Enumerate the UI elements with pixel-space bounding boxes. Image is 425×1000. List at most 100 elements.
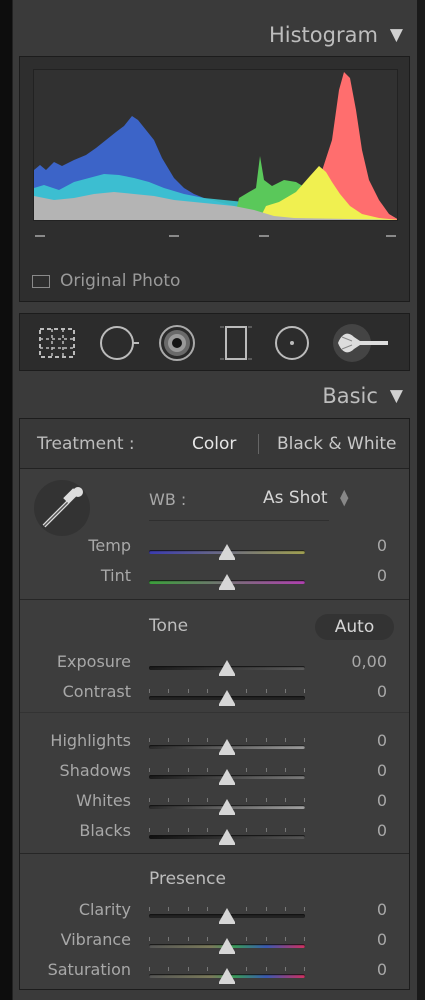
clarity-slider[interactable]: [149, 907, 305, 924]
original-photo-toggle[interactable]: Original Photo: [32, 271, 180, 291]
slider-tick-mark: [168, 907, 169, 911]
tint-slider-thumb[interactable]: [219, 574, 235, 590]
saturation-slider-thumb[interactable]: [219, 968, 235, 984]
highlights-slider-thumb[interactable]: [219, 739, 235, 755]
slider-tick-mark: [188, 738, 189, 742]
shadows-slider[interactable]: [149, 768, 305, 785]
slider-tick-mark: [188, 907, 189, 911]
exposure-slider-thumb[interactable]: [219, 660, 235, 676]
original-photo-checkbox[interactable]: [32, 274, 50, 288]
basic-header[interactable]: Basic ▼: [12, 378, 417, 414]
exposure-label: Exposure: [56, 652, 131, 671]
eyedropper-icon: [42, 487, 83, 528]
radial-filter-tool[interactable]: [272, 323, 312, 363]
spot-removal-icon: [100, 326, 139, 360]
red-eye-icon: [159, 325, 195, 361]
wb-dropdown[interactable]: As Shot: [263, 488, 328, 508]
vibrance-slider-thumb[interactable]: [219, 938, 235, 954]
treatment-color-option[interactable]: Color: [192, 434, 236, 454]
highlights-value[interactable]: 0: [377, 731, 387, 750]
treatment-label: Treatment :: [37, 433, 135, 454]
exposure-value[interactable]: 0,00: [351, 652, 387, 671]
treatment-bw-option[interactable]: Black & White: [277, 434, 397, 454]
temp-label: Temp: [88, 536, 131, 555]
slider-tick-mark: [188, 967, 189, 971]
graduated-filter-icon: [220, 326, 252, 360]
clarity-slider-thumb[interactable]: [219, 908, 235, 924]
slider-tick-mark: [304, 828, 305, 832]
wb-selector-button[interactable]: [34, 480, 90, 536]
highlights-slider[interactable]: [149, 738, 305, 755]
slider-tick-mark: [285, 967, 286, 971]
temp-slider-thumb[interactable]: [219, 544, 235, 560]
slider-tick-mark: [304, 907, 305, 911]
histogram-panel: Original Photo: [19, 56, 410, 302]
blacks-slider-thumb[interactable]: [219, 829, 235, 845]
saturation-label: Saturation: [47, 960, 131, 979]
blacks-value[interactable]: 0: [377, 821, 387, 840]
slider-tick-mark: [304, 738, 305, 742]
slider-tick-mark: [149, 937, 150, 941]
temp-value[interactable]: 0: [377, 536, 387, 555]
saturation-value[interactable]: 0: [377, 960, 387, 979]
auto-tone-button[interactable]: Auto: [315, 614, 394, 640]
slider-tick-mark: [246, 798, 247, 802]
panel-scrollbar-track[interactable]: [417, 0, 425, 1000]
slider-tick-mark: [207, 907, 208, 911]
exposure-row: Exposure 0,00: [20, 648, 409, 678]
slider-tick-mark: [246, 689, 247, 693]
slider-tick-mark: [266, 828, 267, 832]
vibrance-slider[interactable]: [149, 937, 305, 954]
contrast-value[interactable]: 0: [377, 682, 387, 701]
whites-slider[interactable]: [149, 798, 305, 815]
exposure-slider[interactable]: [149, 659, 305, 676]
vibrance-value[interactable]: 0: [377, 930, 387, 949]
slider-tick-mark: [168, 738, 169, 742]
shadows-slider-thumb[interactable]: [219, 769, 235, 785]
shadows-row: Shadows 0: [20, 757, 409, 787]
collapse-triangle-icon[interactable]: ▼: [390, 25, 403, 45]
slider-tick-mark: [266, 689, 267, 693]
tint-row: Tint 0: [20, 562, 409, 592]
histogram-graph[interactable]: [33, 69, 398, 221]
adjustment-brush-tool[interactable]: [332, 323, 392, 363]
tint-slider[interactable]: [149, 573, 305, 590]
red-eye-tool[interactable]: [157, 323, 197, 363]
slider-tick-mark: [266, 768, 267, 772]
slider-tick-mark: [285, 937, 286, 941]
wb-underline: [149, 520, 329, 521]
tone-group: Tone Auto Exposure 0,00 Contrast 0 Highl…: [20, 601, 409, 854]
contrast-slider-thumb[interactable]: [219, 690, 235, 706]
spot-removal-tool[interactable]: [99, 323, 139, 363]
slider-tick-mark: [149, 689, 150, 693]
slider-tick-mark: [285, 738, 286, 742]
presence-group: Presence Clarity 0 Vibrance 0 Saturation…: [20, 855, 409, 990]
whites-label: Whites: [76, 791, 131, 810]
graduated-filter-tool[interactable]: [216, 323, 256, 363]
temp-slider[interactable]: [149, 543, 305, 560]
shadows-value[interactable]: 0: [377, 761, 387, 780]
histogram-header[interactable]: Histogram ▼: [12, 17, 417, 53]
slider-tick-mark: [207, 828, 208, 832]
presence-title: Presence: [149, 869, 226, 889]
histogram-title: Histogram: [268, 23, 378, 47]
blacks-slider[interactable]: [149, 828, 305, 845]
slider-tick-mark: [149, 768, 150, 772]
saturation-slider[interactable]: [149, 967, 305, 984]
collapse-triangle-icon[interactable]: ▼: [390, 386, 403, 406]
crop-overlay-tool[interactable]: [37, 323, 77, 363]
whites-value[interactable]: 0: [377, 791, 387, 810]
left-dark-strip: [0, 0, 12, 1000]
slider-tick-mark: [266, 937, 267, 941]
wb-dropdown-arrows-icon[interactable]: ▲ ▼: [340, 488, 348, 507]
contrast-label: Contrast: [62, 682, 131, 701]
original-photo-label: Original Photo: [60, 271, 181, 291]
vibrance-row: Vibrance 0: [20, 926, 409, 956]
contrast-row: Contrast 0: [20, 678, 409, 708]
contrast-slider[interactable]: [149, 689, 305, 706]
clarity-value[interactable]: 0: [377, 900, 387, 919]
slider-tick-mark: [188, 937, 189, 941]
whites-slider-thumb[interactable]: [219, 799, 235, 815]
clarity-label: Clarity: [78, 900, 131, 919]
tint-value[interactable]: 0: [377, 566, 387, 585]
